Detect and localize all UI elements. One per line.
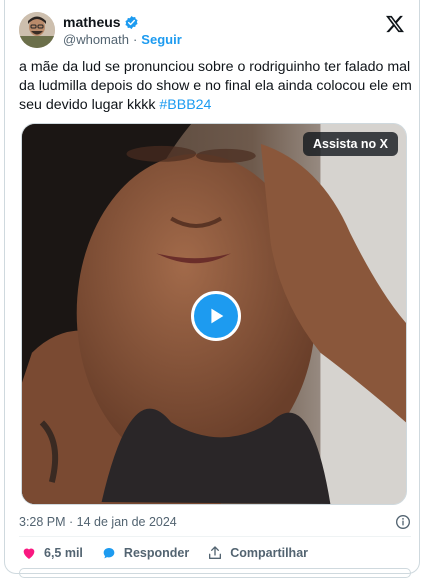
play-icon[interactable] [191, 291, 241, 341]
divider [19, 536, 411, 537]
info-icon[interactable] [395, 514, 411, 530]
follow-button[interactable]: Seguir [141, 32, 181, 47]
tweet-header: matheus @whomath · Seguir [19, 10, 409, 54]
timestamp-row: 3:28 PM · 14 de jan de 2024 [19, 513, 413, 531]
watch-on-x-button[interactable]: Assista no X [302, 132, 398, 156]
hashtag-link[interactable]: #BBB24 [159, 97, 211, 113]
share-icon [209, 546, 222, 559]
tweet-text: a mãe da lud se pronunciou sobre o rodri… [19, 58, 413, 115]
action-bar: 6,5 mil Responder Compartilhar [21, 542, 326, 564]
user-handle[interactable]: @whomath [63, 32, 129, 47]
read-replies-button[interactable] [19, 568, 411, 578]
tweet-body: a mãe da lud se pronunciou sobre o rodri… [19, 59, 412, 113]
reply-bubble-icon [103, 548, 115, 559]
handle-row: @whomath · Seguir [63, 32, 182, 47]
share-label: Compartilhar [230, 546, 309, 560]
tweet-card: matheus @whomath · Seguir a mãe da lud s… [4, 0, 420, 578]
like-count: 6,5 mil [44, 546, 83, 560]
avatar[interactable] [19, 12, 55, 48]
x-logo-icon[interactable] [385, 14, 405, 34]
name-row: matheus [63, 14, 139, 30]
timestamp[interactable]: 3:28 PM · 14 de jan de 2024 [19, 515, 177, 529]
display-name[interactable]: matheus [63, 14, 121, 30]
verified-badge-icon [124, 15, 139, 30]
reply-button[interactable]: Responder [101, 545, 189, 561]
separator-dot: · [132, 32, 138, 47]
like-button[interactable]: 6,5 mil [21, 545, 83, 561]
share-button[interactable]: Compartilhar [207, 545, 308, 561]
reply-label: Responder [123, 546, 190, 560]
video-player[interactable]: Assista no X [21, 123, 407, 505]
heart-icon [23, 548, 35, 559]
